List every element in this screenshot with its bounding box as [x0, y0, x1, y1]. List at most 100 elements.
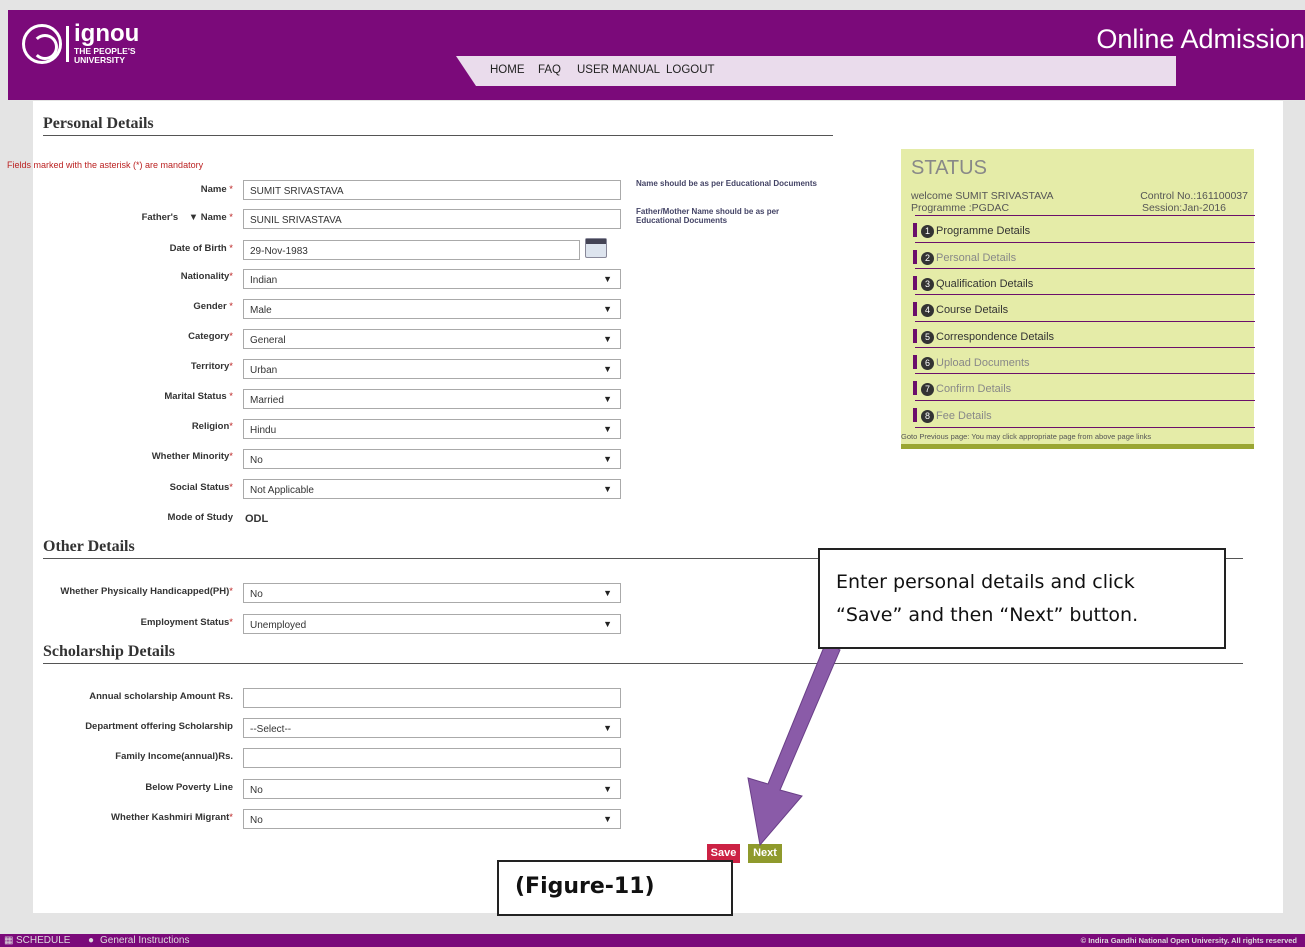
- status-step-correspondence[interactable]: 5 Correspondence Details: [913, 329, 1255, 354]
- nationality-label: Nationality*: [180, 271, 233, 282]
- schedule-link[interactable]: SCHEDULE: [16, 935, 70, 946]
- name-field[interactable]: SUMIT SRIVASTAVA: [243, 180, 621, 200]
- minority-select[interactable]: No ▼: [243, 449, 621, 469]
- mode-of-study-label: Mode of Study: [167, 512, 233, 523]
- step-number-icon: 5: [921, 331, 934, 344]
- religion-label: Religion*: [191, 421, 233, 432]
- section-title-scholarship: Scholarship Details: [43, 643, 176, 660]
- kashmiri-migrant-label: Whether Kashmiri Migrant*: [111, 812, 233, 823]
- step-number-icon: 8: [921, 410, 934, 423]
- step-number-icon: 3: [921, 278, 934, 291]
- form-panel: Personal Details Fields marked with the …: [7, 101, 1283, 913]
- logo-emblem-icon: [22, 24, 62, 64]
- general-instructions-link[interactable]: General Instructions: [100, 935, 190, 946]
- dropdown-caret-icon: ▼: [603, 723, 612, 733]
- status-panel: STATUS welcome SUMIT SRIVASTAVA Control …: [901, 149, 1255, 449]
- dropdown-caret-icon: ▼: [603, 484, 612, 494]
- gender-select[interactable]: Male ▼: [243, 299, 621, 319]
- scholarship-dept-label: Department offering Scholarship: [85, 721, 233, 732]
- dropdown-caret-icon: ▼: [603, 394, 612, 404]
- mode-of-study-value: ODL: [245, 513, 269, 525]
- dropdown-caret-icon: ▼: [603, 619, 612, 629]
- nav-user-manual[interactable]: USER MANUAL: [577, 64, 660, 76]
- ph-label: Whether Physically Handicapped(PH)*: [60, 586, 233, 597]
- category-select[interactable]: General ▼: [243, 329, 621, 349]
- status-step-personal[interactable]: 2 Personal Details: [913, 250, 1255, 275]
- religion-select[interactable]: Hindu ▼: [243, 419, 621, 439]
- status-step-qualification[interactable]: 3 Qualification Details: [913, 276, 1255, 301]
- family-income-input[interactable]: [243, 748, 621, 768]
- step-number-icon: 4: [921, 304, 934, 317]
- chevron-down-icon[interactable]: ▼: [189, 212, 198, 223]
- territory-select[interactable]: Urban ▼: [243, 359, 621, 379]
- page-title: Online Admission: [1096, 24, 1305, 54]
- session-text: Session:Jan-2016: [1141, 202, 1226, 214]
- status-step-upload[interactable]: 6 Upload Documents: [913, 355, 1255, 380]
- ph-select[interactable]: No ▼: [243, 583, 621, 603]
- dropdown-caret-icon: ▼: [603, 334, 612, 344]
- dropdown-caret-icon: ▼: [603, 274, 612, 284]
- mandatory-note: Fields marked with the asterisk (*) are …: [7, 160, 204, 170]
- section-title-other: Other Details: [43, 538, 135, 555]
- app-header: ignou THE PEOPLE'S UNIVERSITY Online Adm…: [8, 10, 1305, 100]
- callout-line: “Save” and then “Next” button.: [836, 604, 1139, 626]
- callout-line: Enter personal details and click: [836, 571, 1135, 593]
- logo-subtitle: UNIVERSITY: [74, 55, 126, 65]
- marital-status-label: Marital Status *: [164, 391, 233, 402]
- logo-word: ignou: [74, 20, 140, 47]
- territory-label: Territory*: [190, 361, 233, 372]
- calendar-icon[interactable]: [585, 238, 607, 258]
- dob-field[interactable]: 29-Nov-1983: [243, 240, 580, 260]
- step-number-icon: 6: [921, 357, 934, 370]
- category-label: Category*: [188, 331, 233, 342]
- main-nav: HOME FAQ USER MANUAL LOGOUT: [456, 56, 1176, 86]
- status-step-programme[interactable]: 1 Programme Details: [913, 223, 1255, 248]
- programme-text: Programme :PGDAC: [911, 202, 1010, 214]
- family-income-label: Family Income(annual)Rs.: [115, 751, 233, 762]
- status-step-fee[interactable]: 8 Fee Details: [913, 408, 1255, 433]
- dropdown-caret-icon: ▼: [603, 588, 612, 598]
- nav-logout[interactable]: LOGOUT: [666, 64, 715, 76]
- dropdown-caret-icon: ▼: [603, 424, 612, 434]
- father-name-hint: Father/Mother Name should be as per Educ…: [636, 207, 780, 225]
- minority-label: Whether Minority*: [151, 451, 233, 462]
- scholarship-amount-label: Annual scholarship Amount Rs.: [89, 691, 233, 702]
- info-icon: ●: [88, 935, 95, 946]
- social-status-label: Social Status*: [169, 482, 233, 493]
- dropdown-caret-icon: ▼: [603, 784, 612, 794]
- bpl-label: Below Poverty Line: [145, 782, 233, 793]
- father-name-label: Father's ▼ Name *: [141, 212, 233, 223]
- status-step-confirm[interactable]: 7 Confirm Details: [913, 381, 1255, 406]
- scholarship-amount-input[interactable]: [243, 688, 621, 708]
- employment-select[interactable]: Unemployed ▼: [243, 614, 621, 634]
- dropdown-caret-icon: ▼: [603, 364, 612, 374]
- nav-faq[interactable]: FAQ: [538, 64, 561, 76]
- ignou-logo[interactable]: ignou THE PEOPLE'S UNIVERSITY: [22, 22, 152, 72]
- nationality-select[interactable]: Indian ▼: [243, 269, 621, 289]
- dropdown-caret-icon: ▼: [603, 454, 612, 464]
- section-title-personal: Personal Details: [43, 115, 154, 132]
- step-number-icon: 2: [921, 252, 934, 265]
- kashmiri-migrant-select[interactable]: No ▼: [243, 809, 621, 829]
- scholarship-dept-select[interactable]: --Select-- ▼: [243, 718, 621, 738]
- bpl-select[interactable]: No ▼: [243, 779, 621, 799]
- app-footer: ▦ SCHEDULE ● General Instructions © Indi…: [0, 934, 1305, 947]
- name-label: Name *: [200, 184, 233, 195]
- goto-note: Goto Previous page: You may click approp…: [901, 432, 1152, 441]
- nav-home[interactable]: HOME: [490, 64, 525, 76]
- step-number-icon: 1: [921, 225, 934, 238]
- marital-status-select[interactable]: Married ▼: [243, 389, 621, 409]
- control-number: Control No.:161100037: [1140, 190, 1248, 202]
- employment-label: Employment Status*: [140, 617, 233, 628]
- step-number-icon: 7: [921, 383, 934, 396]
- copyright-text: © Indira Gandhi National Open University…: [1080, 936, 1297, 945]
- figure-caption: (Figure-11): [497, 860, 733, 916]
- gender-label: Gender *: [193, 301, 233, 312]
- social-status-select[interactable]: Not Applicable ▼: [243, 479, 621, 499]
- father-name-field[interactable]: SUNIL SRIVASTAVA: [243, 209, 621, 229]
- instruction-callout: Enter personal details and click “Save” …: [818, 548, 1226, 649]
- status-step-course[interactable]: 4 Course Details: [913, 302, 1255, 327]
- dropdown-caret-icon: ▼: [603, 304, 612, 314]
- status-title: STATUS: [911, 157, 987, 179]
- dropdown-caret-icon: ▼: [603, 814, 612, 824]
